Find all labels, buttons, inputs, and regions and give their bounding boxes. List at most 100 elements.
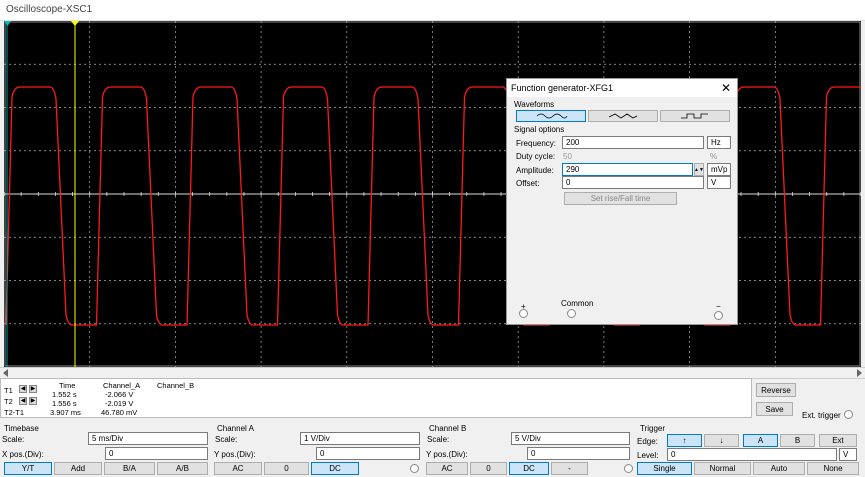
readout-t2-cha: -2.019 V [105,399,134,408]
channel-a-terminal[interactable] [410,464,419,473]
fg-frequency-unit[interactable]: Hz [707,136,731,149]
square-wave-button[interactable] [660,110,730,122]
add-button[interactable]: Add [54,462,102,475]
t1-right-arrow-icon[interactable]: ▶ [29,385,37,393]
trigger-level-field[interactable]: 0 [667,448,837,461]
fg-plus-terminal[interactable] [519,309,528,318]
channel-b-scale-field[interactable]: 5 V/Div [511,432,630,445]
readout-t2t1-time: 3.907 ms [50,408,81,417]
trigger-title: Trigger [640,424,666,433]
fg-offset-unit[interactable]: V [707,176,731,189]
trigger-source-ext-button[interactable]: Ext [819,434,857,447]
channel-a-zero-button[interactable]: 0 [264,462,309,475]
readout-row-t2-label: T2 [4,397,13,406]
spinner-arrows-icon: ▲▼ [694,166,704,173]
triangle-wave-button[interactable] [588,110,658,122]
trigger-level-unit[interactable]: V [839,448,857,461]
cursor-readout-table: Time Channel_A Channel_B T1 ◀ ▶ 1.552 s … [0,378,752,418]
readout-t2-time: 1.556 s [52,399,77,408]
ext-trigger-terminal[interactable] [844,410,853,419]
timebase-xpos-field[interactable]: 0 [105,447,208,460]
readout-t1-cha: -2.066 V [105,390,134,399]
readout-t1-time: 1.552 s [52,390,77,399]
fg-amplitude-field[interactable]: 290 [562,163,693,176]
channel-b-zero-button[interactable]: 0 [470,462,507,475]
fg-common-terminal[interactable] [567,309,576,318]
trigger-none-button[interactable]: None [807,462,859,475]
fg-minus-terminal[interactable] [714,311,723,320]
t2-right-arrow-icon[interactable]: ▶ [29,397,37,405]
channel-a-ac-button[interactable]: AC [214,462,262,475]
readout-t2t1-cha: 46.780 mV [101,408,138,417]
fg-minus-label: − [716,302,721,311]
channel-a-title: Channel A [217,424,254,433]
trigger-normal-button[interactable]: Normal [694,462,751,475]
close-icon[interactable]: ✕ [721,81,731,95]
fg-titlebar[interactable]: Function generator-XFG1 ✕ [507,79,737,97]
fg-amplitude-label: Amplitude: [516,166,554,175]
fg-duty-field: 50 [563,152,572,161]
channel-a-scale-label: Scale: [215,435,238,444]
channel-a-ypos-field[interactable]: 0 [316,447,420,460]
trigger-falling-edge-button[interactable]: ↓ [704,434,739,447]
fg-amplitude-unit[interactable]: mVp [707,163,731,176]
ab-button[interactable]: A/B [157,462,208,475]
fg-duty-unit: % [710,152,718,161]
fg-amplitude-spinner[interactable]: ▲▼ [694,163,704,176]
fg-frequency-field[interactable]: 200 [562,136,704,149]
rising-edge-icon: ↑ [682,436,687,445]
channel-b-terminal[interactable] [624,464,633,473]
window-titlebar: Oscilloscope-XSC1 [0,0,865,21]
scroll-left-arrow-icon[interactable] [3,369,8,377]
channel-b-scale-label: Scale: [427,435,450,444]
readout-header-channel-a: Channel_A [103,381,141,390]
fg-frequency-label: Frequency: [516,139,557,148]
channel-b-ac-button[interactable]: AC [426,462,468,475]
window-title: Oscilloscope-XSC1 [6,4,93,15]
cursor-t2-marker-icon[interactable] [71,21,79,26]
save-button[interactable]: Save [756,402,793,416]
fg-waveforms-label: Waveforms [514,100,555,109]
reverse-button[interactable]: Reverse [756,383,796,397]
readout-header-channel-b: Channel_B [157,381,195,390]
timebase-xpos-label: X pos.(Div): [2,450,44,459]
trigger-single-button[interactable]: Single [637,462,692,475]
scroll-right-arrow-icon[interactable] [857,369,862,377]
yt-button[interactable]: Y/T [4,462,52,475]
channel-b-ypos-field[interactable]: 0 [527,447,630,460]
trigger-edge-label: Edge: [637,437,658,446]
channel-b-minus-button[interactable]: - [551,462,588,475]
trigger-auto-button[interactable]: Auto [753,462,805,475]
trigger-source-b-button[interactable]: B [780,434,815,447]
readout-header-time: Time [59,381,76,390]
trigger-level-label: Level: [637,451,659,460]
trigger-rising-edge-button[interactable]: ↑ [667,434,702,447]
ext-trigger-label: Ext. trigger [802,411,841,420]
timebase-title: Timebase [4,424,39,433]
fg-duty-label: Duty cycle: [516,152,556,161]
readout-row-t1-label: T1 [4,386,13,395]
sine-wave-icon [536,113,568,119]
timebase-scale-field[interactable]: 5 ms/Div [88,432,208,445]
t2-left-arrow-icon[interactable]: ◀ [19,397,27,405]
timebase-scale-label: Scale: [2,435,25,444]
sine-wave-button[interactable] [516,110,586,122]
channel-a-dc-button[interactable]: DC [311,462,359,475]
channel-a-ypos-label: Y pos.(Div): [214,450,256,459]
ba-button[interactable]: B/A [104,462,155,475]
square-wave-icon [681,113,708,119]
t1-left-arrow-icon[interactable]: ◀ [19,385,27,393]
set-rise-fall-button[interactable]: Set rise/Fall time [564,192,677,205]
trigger-source-a-button[interactable]: A [743,434,778,447]
function-generator-dialog[interactable]: Function generator-XFG1 ✕ Waveforms Sign… [506,78,738,325]
fg-signal-options-label: Signal options [514,125,565,134]
fg-offset-label: Offset: [516,179,540,188]
triangle-wave-icon [608,113,638,119]
fg-common-label: Common [561,299,594,308]
channel-a-scale-field[interactable]: 1 V/Div [300,432,420,445]
fg-offset-field[interactable]: 0 [562,176,704,189]
readout-row-t2t1-label: T2-T1 [4,408,25,417]
channel-b-ypos-label: Y pos.(Div): [426,450,468,459]
channel-b-dc-button[interactable]: DC [509,462,549,475]
fg-title: Function generator-XFG1 [511,83,614,93]
